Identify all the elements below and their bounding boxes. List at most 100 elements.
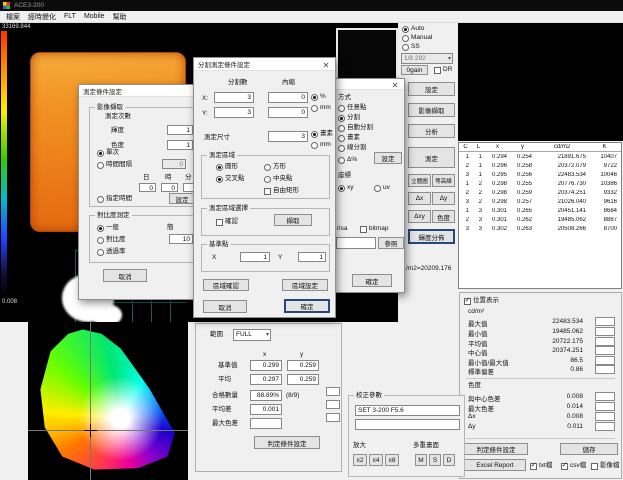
dialog-titlebar[interactable]: 分割測定條件設定: [194, 58, 335, 71]
reference-x-field[interactable]: 0.299: [250, 360, 282, 371]
table-row[interactable]: 120.2980.25520776.73010386: [459, 179, 621, 188]
average-y-field[interactable]: 0.259: [287, 374, 319, 385]
zoom-x2-button[interactable]: x2: [353, 454, 367, 466]
table-row[interactable]: 230.3010.26219485.0628887: [459, 215, 621, 224]
close-icon[interactable]: ✕: [389, 80, 401, 90]
csv-checkbox[interactable]: csv檔: [561, 462, 586, 470]
table-row[interactable]: 210.2960.25820372.0799722: [459, 161, 621, 170]
hour-field[interactable]: 0: [161, 183, 178, 192]
chroma-button[interactable]: 色度: [432, 210, 455, 223]
cie-diagram-panel[interactable]: [28, 322, 188, 480]
menu-help[interactable]: 幫助: [109, 10, 131, 24]
table-row[interactable]: 110.2940.25421891.67510407: [459, 152, 621, 161]
bitmap-checkbox[interactable]: bitmap: [360, 225, 389, 233]
method-set-button[interactable]: 設定: [374, 152, 402, 164]
circle-radio[interactable]: 圓形: [216, 163, 238, 171]
delta-xy-button[interactable]: Δxy: [408, 210, 431, 223]
auto-split-radio[interactable]: 自動分割: [338, 124, 373, 132]
analyze-button[interactable]: 分析: [408, 124, 455, 138]
ss-radio[interactable]: SS: [402, 43, 420, 51]
arbitrary-point-radio[interactable]: 任意點: [338, 104, 367, 112]
percent-radio[interactable]: %: [311, 93, 326, 101]
zero-gain-button[interactable]: 0gain: [401, 65, 428, 75]
table-row[interactable]: 310.2950.25622483.53410046: [459, 170, 621, 179]
uv-radio[interactable]: uv: [374, 184, 390, 192]
base-y-field[interactable]: 1: [298, 252, 326, 262]
position-display-checkbox[interactable]: 位置表示: [464, 297, 499, 305]
dialog-titlebar[interactable]: 測定條件設定: [79, 85, 194, 97]
path-field[interactable]: [336, 237, 376, 249]
size-field[interactable]: 3: [268, 131, 308, 142]
y-divisions-field[interactable]: 3: [214, 107, 254, 118]
pass-count-field[interactable]: 88.89%: [250, 390, 282, 401]
x-divisions-field[interactable]: 3: [214, 92, 254, 103]
time-set-button[interactable]: 設定: [169, 193, 195, 204]
preview-canvas[interactable]: [458, 23, 623, 141]
luminance-count-field[interactable]: 1: [167, 125, 193, 135]
cross-point-radio[interactable]: 交叉點: [216, 175, 245, 183]
image-capture-button[interactable]: 影像擷取: [408, 103, 455, 117]
grab-button[interactable]: 擷取: [274, 214, 312, 226]
judge-condition-button[interactable]: 判定條件設定: [254, 436, 320, 449]
save-button[interactable]: 儲存: [560, 443, 618, 455]
interval-radio[interactable]: 時間間隔: [97, 161, 132, 169]
line-split-radio[interactable]: 線分割: [338, 144, 367, 152]
cancel-button[interactable]: 取消: [203, 300, 247, 313]
menu-flt[interactable]: FLT: [60, 11, 80, 22]
multi-m-button[interactable]: M: [415, 454, 427, 466]
txt-checkbox[interactable]: txt檔: [530, 462, 552, 470]
contrast-radio[interactable]: 對比度: [97, 236, 126, 244]
multi-s-button[interactable]: S: [429, 454, 441, 466]
delta-x-button[interactable]: Δx: [408, 192, 431, 205]
y-inset-field[interactable]: 0: [268, 107, 308, 118]
confirm-checkbox[interactable]: 確認: [216, 218, 238, 226]
dr-checkbox[interactable]: DR: [434, 66, 452, 74]
general-radio[interactable]: 一般: [97, 224, 119, 232]
excel-report-button[interactable]: Excel Report: [464, 459, 526, 471]
contrast-field[interactable]: 10: [169, 234, 193, 244]
pixel-radio[interactable]: 畫素: [311, 130, 333, 138]
reference-y-field[interactable]: 0.259: [287, 360, 319, 371]
split-radio[interactable]: 分割: [338, 114, 360, 122]
menu-file[interactable]: 檔案: [2, 10, 24, 24]
base-x-field[interactable]: 1: [240, 252, 270, 262]
luminance-distribution-button[interactable]: 輝度分佈: [408, 229, 455, 244]
table-row[interactable]: 220.2980.25920374.2519332: [459, 188, 621, 197]
xy-radio[interactable]: xy: [338, 184, 354, 192]
specified-time-radio[interactable]: 指定時間: [97, 195, 132, 203]
cancel-button[interactable]: 取消: [103, 269, 147, 282]
x-inset-field[interactable]: 0: [268, 92, 308, 103]
table-row[interactable]: 330.3020.26320508.2668700: [459, 224, 621, 233]
zoom-x4-button[interactable]: x4: [369, 454, 383, 466]
avg-diff-field[interactable]: 0.001: [250, 404, 282, 415]
calibration-value-field[interactable]: SET 3-200 F5.6: [355, 405, 460, 416]
table-row[interactable]: 320.2980.25721026.0409616: [459, 197, 621, 206]
zoom-x8-button[interactable]: x8: [385, 454, 399, 466]
max-diff-field[interactable]: [250, 418, 282, 429]
menu-time-variation[interactable]: 經時變化: [24, 10, 60, 24]
day-field[interactable]: 0: [139, 183, 156, 192]
auto-radio[interactable]: Auto: [402, 25, 424, 33]
solid-view-button[interactable]: 立體圖: [408, 174, 431, 187]
mm-radio[interactable]: mm: [311, 104, 331, 112]
interval-field[interactable]: 0: [162, 159, 186, 169]
menu-mobile[interactable]: Mobile: [80, 11, 109, 22]
range-select[interactable]: FULL ▾: [233, 329, 271, 341]
single-radio[interactable]: 單次: [97, 149, 119, 157]
contour-button[interactable]: 等高線: [432, 174, 455, 187]
delta-percent-radio[interactable]: Δ%: [338, 156, 357, 164]
free-rect-checkbox[interactable]: 自由矩形: [264, 187, 299, 195]
transmittance-radio[interactable]: 透過率: [97, 248, 126, 256]
ok-button[interactable]: 確定: [352, 274, 392, 287]
mm2-radio[interactable]: mm: [311, 141, 331, 149]
calibration-extra-field[interactable]: [355, 419, 460, 430]
center-point-radio[interactable]: 中央點: [264, 175, 293, 183]
average-x-field[interactable]: 0.297: [250, 374, 282, 385]
chroma-count-field[interactable]: 1: [167, 140, 193, 150]
settings-button[interactable]: 設定: [408, 82, 455, 96]
multi-d-button[interactable]: D: [443, 454, 455, 466]
image-file-checkbox[interactable]: 影像檔: [591, 462, 620, 470]
manual-radio[interactable]: Manual: [402, 34, 432, 42]
square-radio[interactable]: 方形: [264, 163, 286, 171]
browse-button[interactable]: 參照: [378, 237, 404, 249]
